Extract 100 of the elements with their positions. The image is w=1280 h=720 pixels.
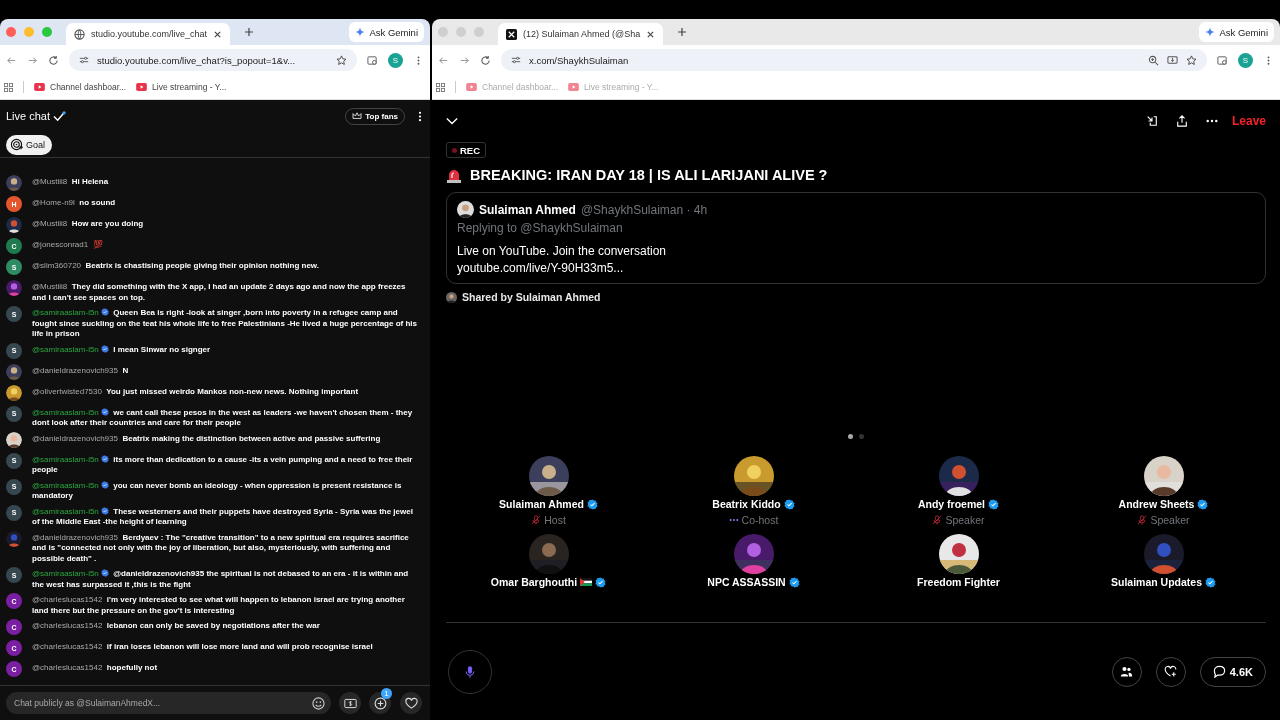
goal-icon xyxy=(10,138,23,151)
author-name: Sulaiman Ahmed xyxy=(479,202,576,217)
emoji-icon[interactable] xyxy=(312,696,325,710)
chat-message: @samiraaslam-i5n its more than dedication to a cause -its a vein pumping and a need to free their people xyxy=(32,454,414,476)
ask-gemini-button[interactable]: Ask Gemini xyxy=(349,22,424,42)
speaker-name: Andrew Sheets xyxy=(1118,498,1195,510)
goal-button[interactable]: Goal xyxy=(6,134,52,155)
tab-search-icon[interactable] xyxy=(1217,54,1228,66)
verified-badge-icon xyxy=(100,569,109,577)
apps-grid-icon[interactable] xyxy=(4,82,13,92)
siren-icon xyxy=(446,167,462,183)
address-bar[interactable]: studio.youtube.com/live_chat?is_popout=1&v... xyxy=(69,49,357,71)
speaker-name: Beatrix Kiddo xyxy=(712,498,781,510)
youtube-icon xyxy=(34,83,45,91)
verified-badge-icon xyxy=(100,344,109,353)
add-button[interactable] xyxy=(369,692,391,714)
bookmark-star-icon[interactable] xyxy=(336,54,347,66)
reload-icon[interactable] xyxy=(48,54,59,66)
post-link[interactable]: youtube.com/live/Y-90H33m5... xyxy=(457,261,624,275)
tab-search-icon[interactable] xyxy=(367,54,378,66)
tab-title: studio.youtube.com/live_chat xyxy=(91,29,208,39)
site-settings-icon[interactable] xyxy=(511,55,521,65)
bookmark-link[interactable]: Channel dashboar... xyxy=(34,82,127,92)
apps-grid-icon[interactable] xyxy=(436,82,445,92)
speaker-name: Sulaiman Updates xyxy=(1111,576,1202,588)
chat-message: @Home-n9l no sound xyxy=(32,198,116,209)
chat-title: Live chat xyxy=(6,110,51,122)
chat-message: @charleslucas1542 lebanon can only be saved by negotiations after the war xyxy=(32,621,320,632)
verified-badge-icon xyxy=(100,407,109,416)
chat-message: @samiraaslam-i5n Queen Bea is right -look at singer ,born into poverty in a refugee camp and fought since suckling on the teat his whole life to free Palestinians -He lived a huge percentage of his life in prison xyxy=(32,308,418,340)
new-tab-icon[interactable] xyxy=(677,27,688,37)
chat-message: @danieldrazenovich935 Beatrix making the distinction between active and passive suffering xyxy=(32,433,381,444)
verified-badge-icon xyxy=(100,308,109,316)
zoom-icon[interactable] xyxy=(1148,54,1159,66)
speaker-name: Omar Barghouthi xyxy=(490,576,578,588)
browser-tab[interactable]: studio.youtube.com/live_chat xyxy=(66,23,231,45)
more-options-icon[interactable] xyxy=(1205,119,1218,123)
post-text: Live on YouTube. Join the conversation xyxy=(457,244,667,258)
address-bar[interactable]: x.com/ShaykhSulaiman xyxy=(501,49,1207,71)
checkmark-icon xyxy=(53,110,67,122)
quoted-post-card[interactable]: Sulaiman Ahmed @ShaykhSulaiman · 4h Replying to @ShaykhSulaiman Live on YouTube. Join the conversation youtube.com/live/Y-90H33m5... xyxy=(446,192,1266,284)
chat-message: @olivertwisted7530 You just missed weirdo Mankos non-new news. Nothing important xyxy=(32,386,359,397)
leave-button[interactable]: Leave xyxy=(1231,114,1266,128)
dollar-bill-icon xyxy=(343,696,357,710)
youtube-icon xyxy=(136,83,148,91)
chat-message: @samiraaslam-i5n I mean Sinwar no signger xyxy=(32,344,211,355)
chat-message: @charleslucas1542 if iran loses lebanon will lose more land and will prob recognise israel xyxy=(32,642,373,653)
chat-input-field[interactable]: Chat publicly as @SulaimanAhmedX... xyxy=(6,692,331,714)
chat-message: @samiraaslam-i5n @danieldrazenovich935 the spiritual is not debased to an era - it is within and the west has surpassed it ,this is the fight xyxy=(32,569,410,590)
install-icon[interactable] xyxy=(1167,54,1178,66)
new-tab-icon[interactable] xyxy=(244,27,255,37)
page-indicator xyxy=(846,432,866,441)
speaker-role: Co-host xyxy=(741,514,779,526)
heart-icon xyxy=(404,696,418,710)
replying-to-text: Replying to @ShaykhSulaiman xyxy=(457,221,623,235)
ask-gemini-button[interactable]: Ask Gemini xyxy=(1199,22,1274,42)
speaker-name: Freedom Fighter xyxy=(917,576,1000,588)
dock-icon[interactable] xyxy=(1145,115,1158,127)
space-title: BREAKING: IRAN DAY 18 | IS ALI LARIJANI ALIVE ? xyxy=(470,167,828,183)
rec-badge: REC xyxy=(446,142,487,158)
more-options-icon[interactable] xyxy=(418,110,422,122)
comment-icon xyxy=(1212,665,1226,678)
reload-icon[interactable] xyxy=(480,54,491,66)
close-tab-icon[interactable] xyxy=(213,29,223,39)
speaker-name: NPC ASSASSIN xyxy=(707,576,786,588)
chat-message: @slim360720 Beatrix is chastising people giving their opinion nothing new. xyxy=(32,261,319,272)
plus-circle-icon xyxy=(373,696,387,710)
people-icon xyxy=(1120,665,1134,678)
x-logo-icon xyxy=(506,28,517,40)
chat-message: @charleslucas1542 hopefully not xyxy=(32,663,158,674)
chat-message: @danieldrazenovich935 N xyxy=(32,365,129,376)
bookmark-star-icon[interactable] xyxy=(1186,54,1197,66)
close-tab-icon[interactable] xyxy=(646,29,656,39)
tab-title: (12) Sulaiman Ahmed (@Sha xyxy=(523,29,641,39)
share-icon[interactable] xyxy=(1175,115,1188,127)
chat-message: @jonesconrad1 💯 xyxy=(32,240,103,251)
chat-message: @charleslucas1542 i'm very interested to see what will happen to lebanon israel are trying another land there but the pressure on the gov't is interesting xyxy=(32,595,406,616)
chat-message: @samiraaslam-i5n These westerners and their puppets have destroyed Syria - Syria was the jewel of the Middle East -the height of learning xyxy=(32,506,414,528)
muted-mic-icon xyxy=(1137,515,1148,525)
close-window-button[interactable] xyxy=(6,27,16,37)
chat-message: @Mustiii8 They did something with the X app, I had an update 2 days ago and now the app freezes and I can't see spaces on top. xyxy=(32,282,407,303)
speaker-name: Andy froemel xyxy=(917,498,986,510)
super-chat-button[interactable] xyxy=(339,692,361,714)
heart-button[interactable] xyxy=(400,692,422,714)
verified-badge-icon xyxy=(100,506,109,515)
notification-badge: 1 xyxy=(381,687,392,699)
chat-message: @danieldrazenovich935 Berdyaev : The "creative transition" to a new spiritual era requires sacrifice and is "connected not only with the joy of liberation, but also, mysteriously, with suffering and possible death" . xyxy=(32,532,410,564)
chat-message: @samiraaslam-i5n we cant call these pesos in the west as leaders -we haven't chosen them - they dont look after their countries and care for their people xyxy=(32,407,414,429)
verified-badge-icon xyxy=(100,454,109,463)
microphone-icon xyxy=(465,664,475,679)
youtube-icon xyxy=(466,83,477,91)
shared-by-text: Shared by Sulaiman Ahmed xyxy=(462,291,601,303)
browser-tab[interactable]: (12) Sulaiman Ahmed (@Sha xyxy=(498,23,664,45)
collapse-chevron-icon[interactable] xyxy=(446,117,458,125)
muted-mic-icon xyxy=(531,515,542,525)
speaker-role: Speaker xyxy=(1150,514,1190,526)
bookmark-link[interactable]: Live streaming - Y... xyxy=(136,82,227,92)
muted-mic-icon xyxy=(932,515,943,525)
sparkle-icon xyxy=(355,27,366,37)
site-settings-icon[interactable] xyxy=(79,55,89,65)
